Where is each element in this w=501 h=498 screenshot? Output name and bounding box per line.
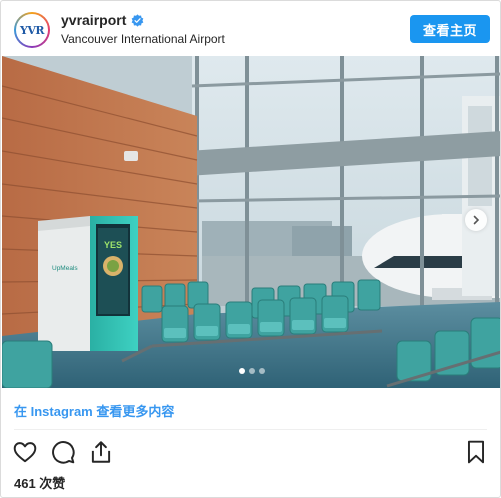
username[interactable]: yvrairport [61, 12, 126, 28]
post-header: YVR yvrairport Vancouver International A… [1, 1, 500, 57]
post-actions [12, 439, 114, 465]
view-profile-button[interactable]: 查看主页 [410, 15, 490, 43]
instagram-embed-card: YVR yvrairport Vancouver International A… [0, 0, 501, 498]
chevron-right-icon [473, 215, 480, 225]
kiosk-screen-text: YES [104, 240, 122, 250]
carousel-next-button[interactable] [465, 209, 487, 231]
carousel-indicator [2, 368, 500, 374]
carousel-dot [238, 368, 245, 374]
airport-lounge-photo: YES UpMeals [2, 56, 500, 388]
kiosk-brand-text: UpMeals [52, 265, 78, 272]
divider [14, 429, 487, 430]
avatar-logo: YVR [19, 23, 45, 37]
location-label[interactable]: Vancouver International Airport [61, 32, 225, 46]
share-icon[interactable] [88, 439, 114, 465]
carousel-dot [248, 368, 255, 374]
post-image[interactable]: YES UpMeals [2, 56, 500, 388]
likes-count[interactable]: 461 次赞 [14, 473, 65, 492]
view-more-on-instagram-link[interactable]: 在 Instagram 查看更多内容 [14, 401, 174, 420]
verified-badge-icon [132, 13, 144, 27]
comment-icon[interactable] [50, 439, 76, 465]
carousel-dot [258, 368, 265, 374]
bookmark-icon[interactable] [463, 439, 489, 465]
avatar[interactable]: YVR [14, 12, 50, 48]
heart-icon[interactable] [12, 439, 38, 465]
